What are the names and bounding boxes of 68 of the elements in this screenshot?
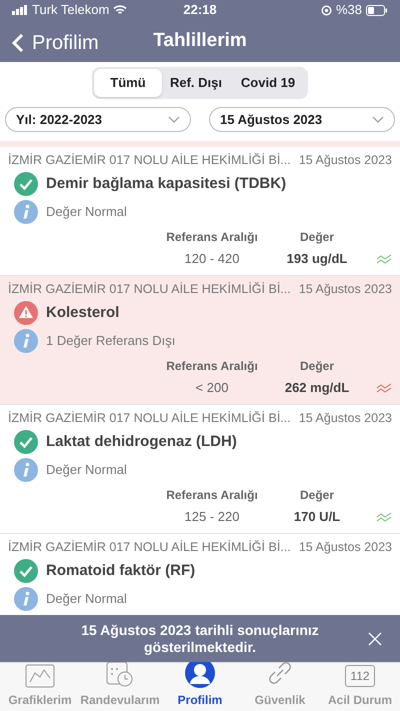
info-icon[interactable]	[14, 329, 38, 353]
segment-tab[interactable]: Tümü	[94, 69, 162, 97]
column-header: Referans Aralığı	[165, 487, 259, 504]
result-date: 15 Ağustos 2023	[298, 539, 392, 556]
check-circle-icon	[14, 559, 38, 583]
trend-chart-icon[interactable]	[376, 512, 392, 522]
tab-label: Randevularım	[80, 692, 160, 709]
tab-label: Profilim	[178, 692, 222, 709]
result-date: 15 Ağustos 2023	[298, 152, 392, 169]
test-name: Laktat dehidrogenaz (LDH)	[46, 432, 237, 452]
rotation-lock-icon	[320, 4, 332, 16]
result-card[interactable]: İZMİR GAZİEMİR 017 NOLU AİLE HEKİMLİĞİ Bİ... 15 Ağustos 2023 Kolesterol 1 Değer Referans Dışı Referans Aralığı Değer < 200 262 mg/dL	[0, 276, 400, 405]
reference-range: < 200	[194, 379, 230, 397]
battery-percent: %38	[336, 1, 362, 20]
segment-tab[interactable]: Ref. Dışı	[162, 69, 230, 97]
dropdown-field[interactable]: Yıl: 2022-2023	[5, 107, 191, 132]
test-name: Romatoid faktör (RF)	[46, 560, 196, 581]
check-circle-icon	[14, 430, 38, 454]
back-button[interactable]: Profilim	[12, 28, 99, 58]
status-note: Değer Normal	[46, 590, 127, 608]
tab-bar-item[interactable]: Profilim	[160, 663, 240, 711]
info-icon[interactable]	[14, 458, 38, 482]
warning-circle-icon	[14, 301, 38, 325]
close-icon[interactable]	[368, 632, 382, 646]
institution-name: İZMİR GAZİEMİR 017 NOLU AİLE HEKİMLİĞİ Bİ...	[8, 152, 291, 169]
column-header: Referans Aralığı	[165, 229, 259, 246]
column-header: Referans Aralığı	[165, 358, 259, 375]
result-date: 15 Ağustos 2023	[298, 410, 392, 427]
battery-icon	[366, 4, 388, 16]
clock-time: 22:18	[183, 2, 217, 18]
column-header: Değer	[298, 229, 335, 246]
chevron-left-icon	[12, 33, 24, 53]
line-chart-icon	[25, 664, 55, 688]
trend-chart-icon[interactable]	[376, 382, 392, 392]
segment-tab[interactable]: Covid 19	[230, 69, 306, 97]
tab-label: Güvenlik	[254, 692, 306, 709]
status-note: 1 Değer Referans Dışı	[46, 332, 176, 350]
tab-label: Acil Durum	[328, 692, 392, 709]
emergency-number-badge: 112	[345, 664, 375, 686]
chevron-down-icon	[168, 116, 180, 123]
chevron-down-icon	[372, 116, 384, 123]
institution-name: İZMİR GAZİEMİR 017 NOLU AİLE HEKİMLİĞİ Bİ...	[8, 539, 291, 556]
institution-name: İZMİR GAZİEMİR 017 NOLU AİLE HEKİMLİĞİ Bİ...	[8, 281, 291, 298]
test-name: Demir bağlama kapasitesi (TDBK)	[46, 174, 286, 194]
page-title: Tahlillerim	[153, 28, 247, 53]
tab-label: Grafiklerim	[8, 692, 72, 709]
result-value: 193 ug/dL	[286, 250, 348, 268]
dropdown-field[interactable]: 15 Ağustos 2023	[209, 107, 395, 132]
trend-chart-icon[interactable]	[376, 254, 392, 264]
test-name: Kolesterol	[46, 302, 120, 323]
column-header: Değer	[298, 358, 335, 375]
result-value: 170 U/L	[292, 508, 342, 526]
carrier-name: Turk Telekom	[32, 1, 110, 20]
info-icon[interactable]	[14, 587, 38, 611]
info-icon[interactable]	[14, 200, 38, 224]
status-note: Değer Normal	[46, 203, 127, 222]
column-header: Değer	[298, 487, 335, 504]
reference-range: 120 - 420	[184, 250, 240, 268]
wifi-icon	[113, 5, 128, 15]
result-value: 262 mg/dL	[284, 379, 350, 397]
status-note: Değer Normal	[46, 461, 127, 480]
result-date: 15 Ağustos 2023	[298, 281, 392, 298]
tab-bar-item[interactable]: 112 Acil Durum	[320, 663, 400, 711]
reference-range: 125 - 220	[184, 508, 240, 526]
institution-name: İZMİR GAZİEMİR 017 NOLU AİLE HEKİMLİĞİ Bİ...	[8, 410, 291, 427]
signal-icon	[12, 5, 28, 15]
check-circle-icon	[14, 172, 38, 196]
toast-message: 15 Ağustos 2023 tarihli sonuçlarınız gösterilmektedir.	[80, 622, 320, 656]
